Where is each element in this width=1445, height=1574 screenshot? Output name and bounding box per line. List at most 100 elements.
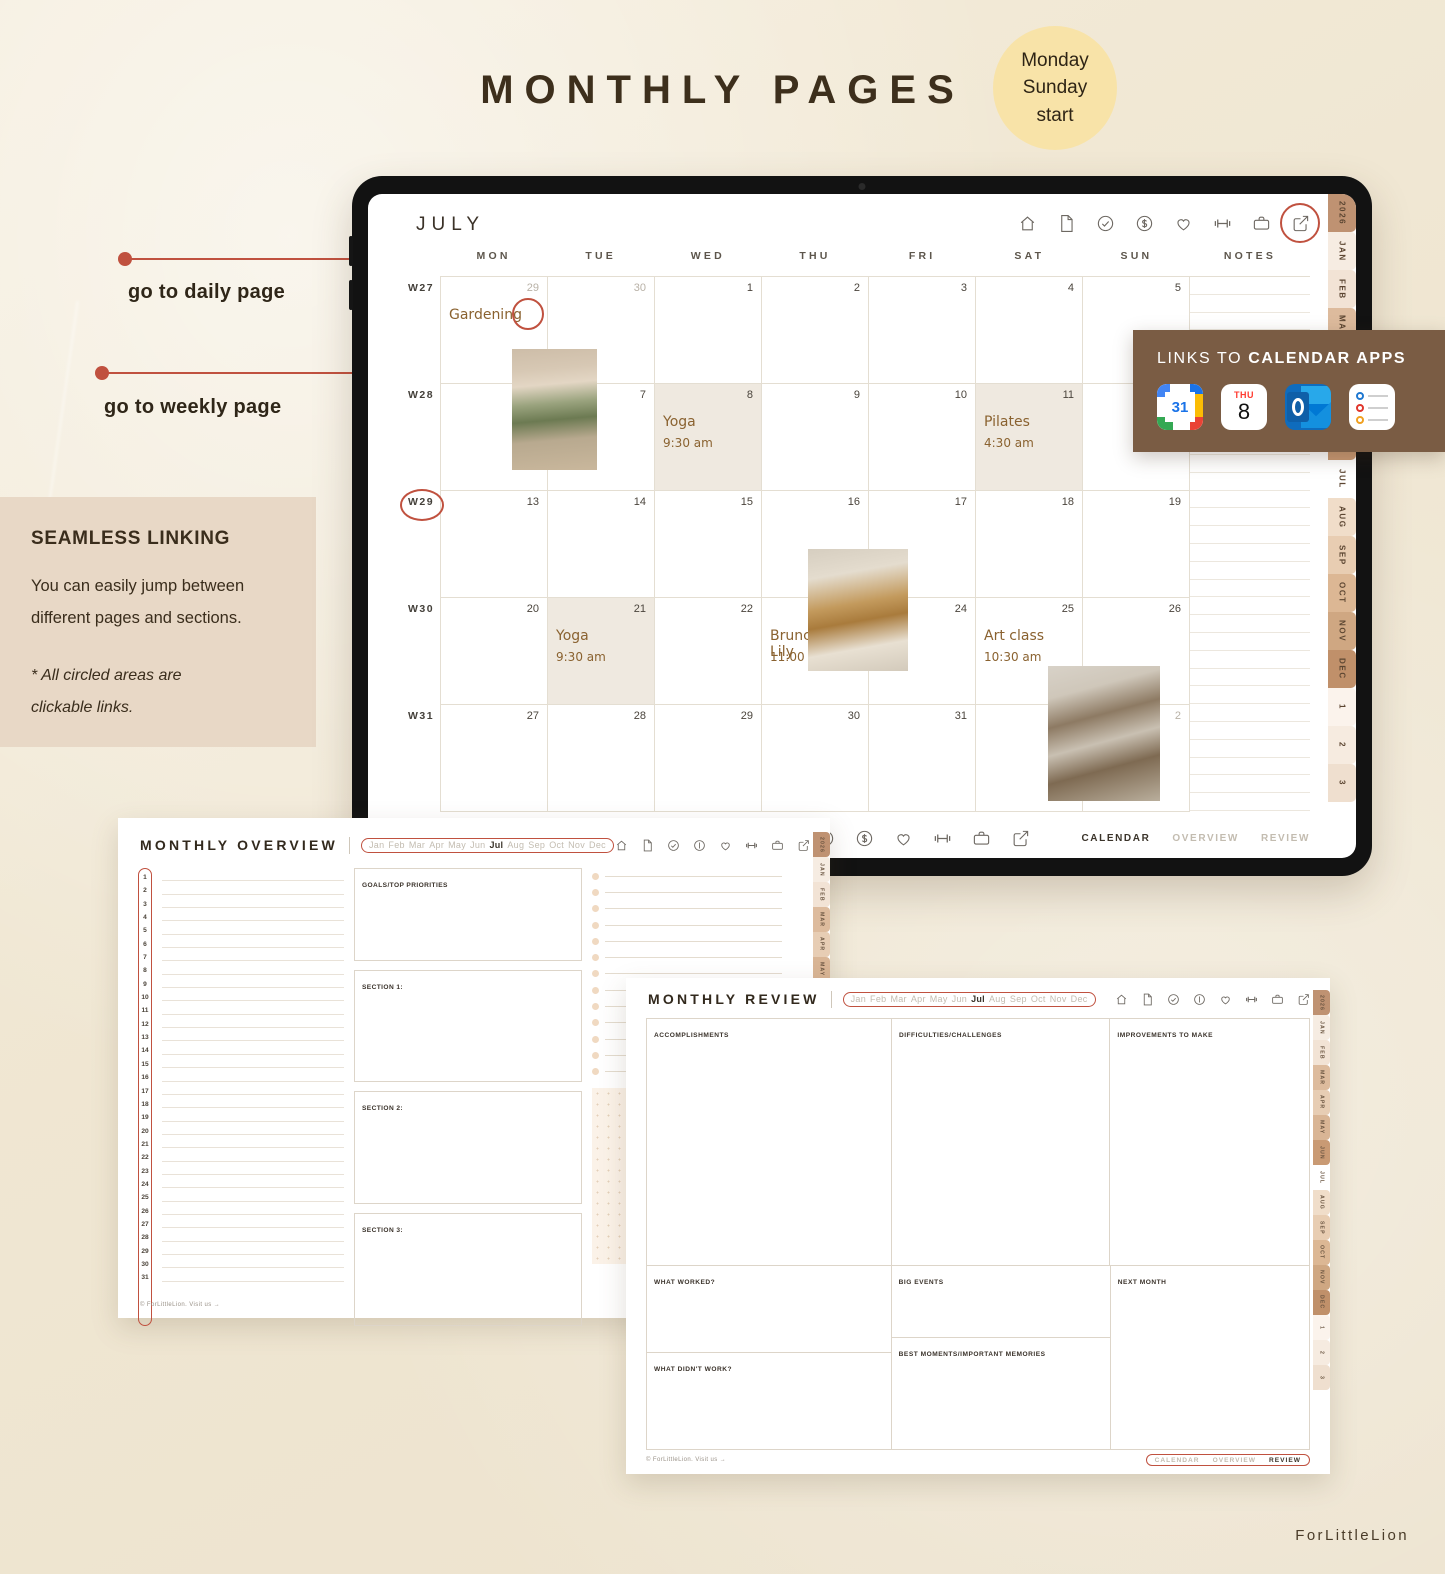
improvements-box[interactable]: IMPROVEMENTS TO MAKE xyxy=(1110,1019,1309,1265)
bullet-line-row[interactable] xyxy=(592,884,782,900)
bullet-line-row[interactable] xyxy=(592,868,782,884)
overview-day-number[interactable]: 20 xyxy=(141,1125,148,1138)
calendar-day-cell[interactable]: 20 xyxy=(441,598,548,705)
overview-month-pill-nav[interactable]: Jan Feb Mar Apr May Jun Jul Aug Sep Oct Nov Dec xyxy=(360,837,614,853)
calendar-day-cell[interactable]: 28 xyxy=(548,705,655,812)
overview-day-number[interactable]: 10 xyxy=(141,991,148,1004)
note-line[interactable] xyxy=(1190,704,1310,722)
month-pill-dec[interactable]: Dec xyxy=(1071,994,1088,1004)
overview-day-line[interactable] xyxy=(162,961,344,975)
overview-day-number[interactable]: 27 xyxy=(141,1218,148,1231)
circle-highlight-week[interactable] xyxy=(400,489,444,521)
calendar-day-cell[interactable]: 3 xyxy=(869,277,976,384)
note-line[interactable] xyxy=(1190,526,1310,544)
overview-day-line[interactable] xyxy=(162,1015,344,1029)
what-didnt-work-box[interactable]: WHAT DIDN'T WORK? xyxy=(647,1353,891,1449)
home-icon[interactable] xyxy=(1115,993,1128,1006)
note-line[interactable] xyxy=(1190,793,1310,811)
check-circle-icon[interactable] xyxy=(1167,993,1180,1006)
overview-day-line[interactable] xyxy=(162,1041,344,1055)
document-icon[interactable] xyxy=(1141,993,1154,1006)
month-pill-jan[interactable]: Jan xyxy=(369,840,384,850)
overview-day-line[interactable] xyxy=(162,935,344,949)
overview-day-line[interactable] xyxy=(162,1028,344,1042)
calendar-day-cell[interactable]: 18 xyxy=(976,491,1083,598)
month-pill-jul[interactable]: Jul xyxy=(489,840,503,850)
side-tab-jul[interactable]: JUL xyxy=(1313,1165,1330,1190)
overview-day-number[interactable]: 29 xyxy=(141,1245,148,1258)
overview-day-line[interactable] xyxy=(162,1228,344,1242)
day-number[interactable]: 25 xyxy=(1062,603,1074,615)
overview-day-line[interactable] xyxy=(162,1148,344,1162)
month-pill-may[interactable]: May xyxy=(448,840,466,850)
event-title[interactable]: Yoga xyxy=(556,628,589,644)
review-footer-nav[interactable]: CALENDAR OVERVIEW REVIEW xyxy=(1145,1454,1310,1466)
dollar-circle-icon[interactable] xyxy=(855,829,874,848)
overview-day-number[interactable]: 21 xyxy=(141,1138,148,1151)
dollar-circle-icon[interactable] xyxy=(693,839,706,852)
external-link-icon[interactable] xyxy=(1297,993,1310,1006)
calendar-day-cell[interactable]: 8 Yoga 9:30 am xyxy=(655,384,762,491)
note-line[interactable] xyxy=(1190,651,1310,669)
side-tab-jan[interactable]: JAN xyxy=(1328,232,1356,270)
calendar-day-cell[interactable]: 30 xyxy=(762,705,869,812)
outlook-icon[interactable] xyxy=(1285,384,1331,430)
overview-day-line[interactable] xyxy=(162,868,344,882)
overview-day-line[interactable] xyxy=(162,1242,344,1255)
tablet-button-down[interactable] xyxy=(349,280,353,310)
side-tab-jul[interactable]: JUL xyxy=(1328,460,1356,498)
calendar-day-cell[interactable]: 2 xyxy=(762,277,869,384)
heart-icon[interactable] xyxy=(1219,993,1232,1006)
event-time[interactable]: 4:30 am xyxy=(984,436,1034,450)
month-pill-dec[interactable]: Dec xyxy=(589,840,606,850)
overview-day-line[interactable] xyxy=(162,881,344,895)
overview-day-line[interactable] xyxy=(162,1082,344,1095)
day-number[interactable]: 30 xyxy=(634,282,646,294)
bullet-line-row[interactable] xyxy=(592,917,782,933)
calendar-day-cell[interactable]: 9 xyxy=(762,384,869,491)
month-pill-aug[interactable]: Aug xyxy=(507,840,524,850)
note-line[interactable] xyxy=(1190,473,1310,491)
side-tab-jan[interactable]: JAN xyxy=(813,857,830,882)
month-pill-sep[interactable]: Sep xyxy=(1010,994,1027,1004)
calendar-day-cell[interactable]: 29 xyxy=(655,705,762,812)
side-tab-jun[interactable]: JUN xyxy=(1313,1140,1330,1165)
month-pill-jun[interactable]: Jun xyxy=(470,840,485,850)
document-icon[interactable] xyxy=(1057,214,1076,233)
day-number[interactable]: 31 xyxy=(955,710,967,722)
overview-day-line[interactable] xyxy=(162,1188,344,1202)
week-label-w31[interactable]: W31 xyxy=(408,704,440,811)
overview-day-number[interactable]: 19 xyxy=(141,1111,148,1124)
overview-day-line[interactable] xyxy=(162,1122,344,1135)
day-number[interactable]: 28 xyxy=(634,710,646,722)
overview-day-line[interactable] xyxy=(162,1108,344,1122)
calendar-day-cell[interactable]: 31 xyxy=(869,705,976,812)
day-number[interactable]: 26 xyxy=(1169,603,1181,615)
event-title[interactable]: Yoga xyxy=(663,414,696,430)
briefcase-icon[interactable] xyxy=(1252,214,1271,233)
side-tab-feb[interactable]: FEB xyxy=(1313,1040,1330,1065)
heart-icon[interactable] xyxy=(894,829,913,848)
overview-day-line[interactable] xyxy=(162,895,344,909)
calendar-footer-nav[interactable]: CALENDAR OVERVIEW REVIEW xyxy=(1081,833,1310,844)
overview-day-number[interactable]: 13 xyxy=(141,1031,148,1044)
side-tab-1[interactable]: 1 xyxy=(1328,688,1356,726)
day-number[interactable]: 7 xyxy=(640,389,646,401)
note-line[interactable] xyxy=(1190,455,1310,473)
overview-day-line[interactable] xyxy=(162,908,344,922)
month-pill-oct[interactable]: Oct xyxy=(549,840,564,850)
month-pill-mar[interactable]: Mar xyxy=(409,840,425,850)
apple-reminders-icon[interactable] xyxy=(1349,384,1395,430)
note-line[interactable] xyxy=(1190,544,1310,562)
note-line[interactable] xyxy=(1190,758,1310,776)
side-tab-jan[interactable]: JAN xyxy=(1313,1015,1330,1040)
month-pill-jun[interactable]: Jun xyxy=(952,994,967,1004)
overview-day-number[interactable]: 30 xyxy=(141,1258,148,1271)
side-tab-oct[interactable]: OCT xyxy=(1328,574,1356,612)
day-number[interactable]: 10 xyxy=(955,389,967,401)
calendar-day-cell[interactable]: 21 Yoga 9:30 am xyxy=(548,598,655,705)
dollar-circle-icon[interactable] xyxy=(1135,214,1154,233)
what-worked-box[interactable]: WHAT WORKED? xyxy=(647,1266,891,1353)
overview-day-number[interactable]: 5 xyxy=(143,924,147,937)
heart-icon[interactable] xyxy=(1174,214,1193,233)
